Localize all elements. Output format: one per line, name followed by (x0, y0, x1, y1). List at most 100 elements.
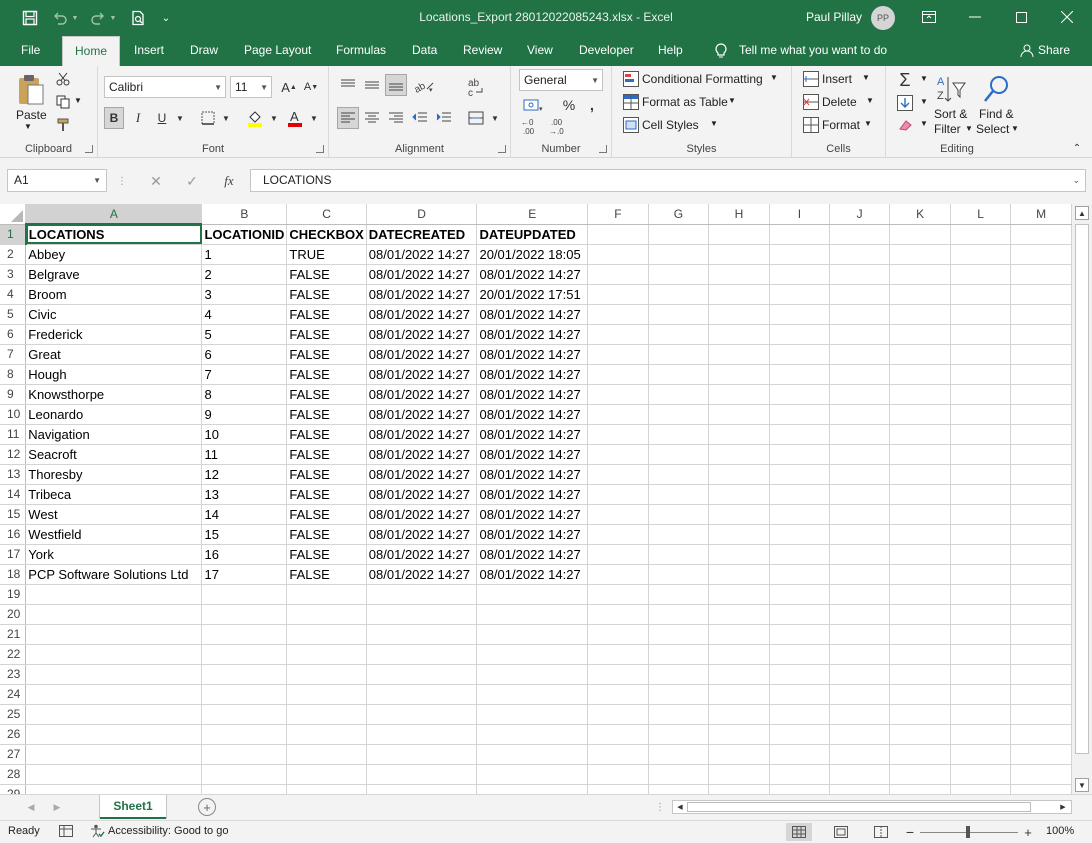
cell-h27[interactable] (708, 744, 770, 765)
cell-d11[interactable]: 08/01/2022 14:27 (366, 424, 478, 445)
cell-a7[interactable]: Great (25, 344, 203, 365)
insert-cells-dropdown-icon[interactable]: ▼ (862, 73, 870, 82)
cell-j27[interactable] (829, 744, 891, 765)
cell-c7[interactable]: FALSE (286, 344, 367, 365)
cell-f13[interactable] (587, 464, 649, 485)
cell-a20[interactable] (25, 604, 203, 625)
row-header[interactable]: 14 (0, 484, 27, 505)
cell-g19[interactable] (648, 584, 710, 605)
decrease-decimal-icon[interactable]: .00 →.0 (547, 116, 571, 136)
cell-g23[interactable] (648, 664, 710, 685)
cell-f14[interactable] (587, 484, 649, 505)
cell-f21[interactable] (587, 624, 649, 645)
cell-f7[interactable] (587, 344, 649, 365)
cell-b29[interactable] (201, 784, 288, 794)
minimize-icon[interactable] (952, 0, 998, 34)
cell-g27[interactable] (648, 744, 710, 765)
number-format-dropdown-icon[interactable]: ▼ (591, 71, 599, 91)
cell-g20[interactable] (648, 604, 710, 625)
cell-c1[interactable]: CHECKBOX (286, 224, 367, 245)
cell-j7[interactable] (829, 344, 891, 365)
format-painter-icon[interactable] (54, 116, 72, 134)
maximize-icon[interactable] (998, 0, 1044, 34)
fill-color-dropdown-icon[interactable]: ▼ (268, 107, 280, 129)
cell-e7[interactable]: 08/01/2022 14:27 (476, 344, 589, 365)
cell-f2[interactable] (587, 244, 649, 265)
cell-e8[interactable]: 08/01/2022 14:27 (476, 364, 589, 385)
scroll-up-icon[interactable]: ▲ (1075, 206, 1089, 220)
cell-b24[interactable] (201, 684, 288, 705)
cell-c9[interactable]: FALSE (286, 384, 367, 405)
cell-a28[interactable] (25, 764, 203, 785)
cell-h12[interactable] (708, 444, 770, 465)
cell-d25[interactable] (366, 704, 478, 725)
cell-e19[interactable] (476, 584, 589, 605)
cell-e16[interactable]: 08/01/2022 14:27 (476, 524, 589, 545)
fill-icon[interactable] (894, 93, 916, 113)
conditional-formatting-label[interactable]: Conditional Formatting (642, 72, 763, 86)
tab-developer[interactable]: Developer (577, 36, 636, 66)
cell-k16[interactable] (889, 524, 951, 545)
cell-a23[interactable] (25, 664, 203, 685)
cell-d26[interactable] (366, 724, 478, 745)
cell-j11[interactable] (829, 424, 891, 445)
new-sheet-icon[interactable]: + (198, 798, 216, 816)
cell-b16[interactable]: 15 (201, 524, 288, 545)
cell-f22[interactable] (587, 644, 649, 665)
cell-a29[interactable] (25, 784, 203, 794)
paste-icon[interactable] (14, 72, 48, 108)
cell-j16[interactable] (829, 524, 891, 545)
cell-m15[interactable] (1010, 504, 1072, 525)
page-layout-view-icon[interactable] (828, 823, 854, 841)
cell-j2[interactable] (829, 244, 891, 265)
cell-a5[interactable]: Civic (25, 304, 203, 325)
cell-d16[interactable]: 08/01/2022 14:27 (366, 524, 478, 545)
row-header[interactable]: 5 (0, 304, 27, 325)
cell-b17[interactable]: 16 (201, 544, 288, 565)
cell-m9[interactable] (1010, 384, 1072, 405)
cell-k14[interactable] (889, 484, 951, 505)
sort-filter-label-2[interactable]: Filter (934, 122, 961, 136)
cell-c5[interactable]: FALSE (286, 304, 367, 325)
cell-m2[interactable] (1010, 244, 1072, 265)
cell-e17[interactable]: 08/01/2022 14:27 (476, 544, 589, 565)
cell-c3[interactable]: FALSE (286, 264, 367, 285)
copy-icon[interactable] (54, 93, 72, 111)
cell-b20[interactable] (201, 604, 288, 625)
cell-m26[interactable] (1010, 724, 1072, 745)
cell-b4[interactable]: 3 (201, 284, 288, 305)
fill-color-icon[interactable] (244, 107, 266, 129)
cell-g16[interactable] (648, 524, 710, 545)
normal-view-icon[interactable] (786, 823, 812, 841)
cell-l9[interactable] (950, 384, 1012, 405)
cell-m13[interactable] (1010, 464, 1072, 485)
cell-l12[interactable] (950, 444, 1012, 465)
cell-a13[interactable]: Thoresby (25, 464, 203, 485)
row-header[interactable]: 23 (0, 664, 27, 685)
cell-c23[interactable] (286, 664, 367, 685)
cell-a12[interactable]: Seacroft (25, 444, 203, 465)
name-box-dropdown-icon[interactable]: ▼ (93, 170, 101, 191)
cell-k18[interactable] (889, 564, 951, 585)
cell-g14[interactable] (648, 484, 710, 505)
cell-j14[interactable] (829, 484, 891, 505)
column-header-d[interactable]: D (366, 204, 478, 225)
percent-icon[interactable]: % (559, 94, 579, 116)
cell-i20[interactable] (769, 604, 830, 625)
cell-a27[interactable] (25, 744, 203, 765)
cell-i25[interactable] (769, 704, 830, 725)
cell-j28[interactable] (829, 764, 891, 785)
cell-e28[interactable] (476, 764, 589, 785)
cell-j15[interactable] (829, 504, 891, 525)
format-cells-dropdown-icon[interactable]: ▼ (864, 119, 872, 128)
cell-d22[interactable] (366, 644, 478, 665)
row-header[interactable]: 27 (0, 744, 27, 765)
page-break-view-icon[interactable] (868, 823, 894, 841)
cell-a15[interactable]: West (25, 504, 203, 525)
cell-g5[interactable] (648, 304, 710, 325)
cell-l1[interactable] (950, 224, 1012, 245)
cell-c8[interactable]: FALSE (286, 364, 367, 385)
cell-e10[interactable]: 08/01/2022 14:27 (476, 404, 589, 425)
cell-k20[interactable] (889, 604, 951, 625)
number-format-box[interactable]: General ▼ (519, 69, 603, 91)
